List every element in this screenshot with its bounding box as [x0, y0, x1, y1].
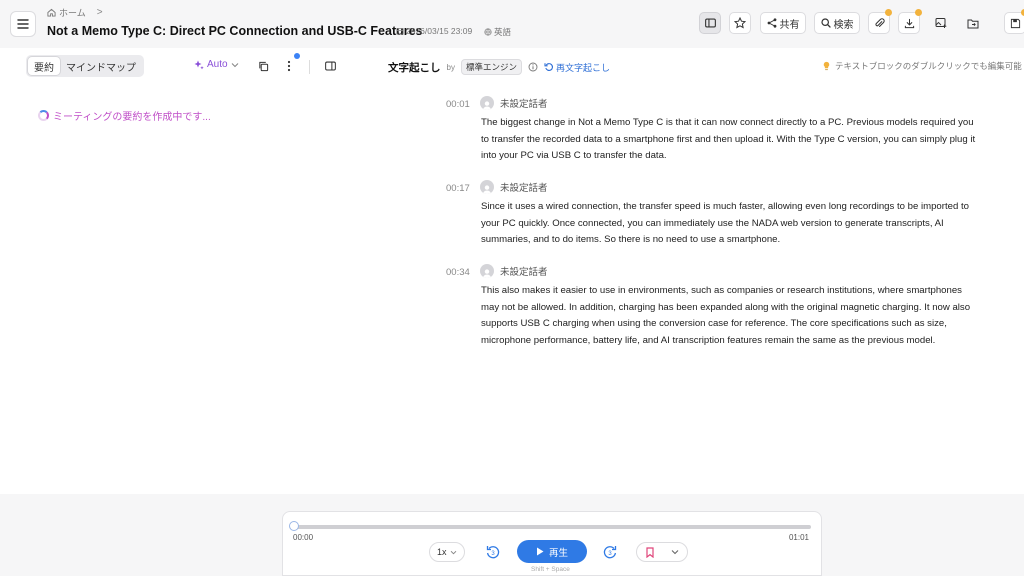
- bookmark-icon[interactable]: [645, 546, 655, 558]
- search-button[interactable]: 検索: [814, 12, 860, 34]
- avatar-icon: [480, 96, 494, 110]
- chevron-down-icon: [231, 62, 238, 67]
- breadcrumb: ホーム >: [47, 6, 103, 19]
- edit-hint: テキストブロックのダブルクリックでも編集可能: [822, 60, 1022, 72]
- breadcrumb-home[interactable]: ホーム: [59, 6, 86, 19]
- skip-back-button[interactable]: 3: [485, 544, 501, 560]
- duration: 01:01: [788, 533, 809, 542]
- summary-panel: 要約 マインドマップ Auto ミーティングの要約を作成中です...: [0, 48, 362, 494]
- segment-timestamp[interactable]: 00:34: [446, 267, 470, 278]
- sidebar-icon: [704, 18, 716, 28]
- chevron-down-icon: [450, 550, 456, 554]
- hamburger-icon: [17, 19, 29, 29]
- save-icon: [1010, 18, 1020, 28]
- rewind-icon: 3: [486, 546, 500, 559]
- transcript-segment[interactable]: 00:17 未設定話者 Since it uses a wired connec…: [446, 180, 1006, 252]
- language-indicator[interactable]: 英語: [484, 26, 511, 38]
- recording-date: 2026/03/15 23:09: [396, 26, 472, 36]
- segment-timestamp[interactable]: 00:01: [446, 99, 470, 110]
- search-icon: [820, 18, 831, 28]
- image-add-icon: [935, 18, 947, 28]
- share-button[interactable]: 共有: [760, 12, 806, 34]
- transcript-title: 文字起こし: [388, 61, 441, 74]
- play-button[interactable]: 再生: [517, 540, 587, 563]
- toggle-sidebar-button[interactable]: [699, 12, 721, 34]
- sparkle-icon: [194, 60, 204, 69]
- segment-text[interactable]: The biggest change in Not a Memo Type C …: [481, 115, 981, 165]
- avatar-icon: [480, 264, 494, 278]
- paperclip-icon: [874, 17, 885, 27]
- retranscribe-button[interactable]: 再文字起こし: [544, 61, 610, 74]
- refresh-icon: [544, 63, 553, 71]
- transcript-segment[interactable]: 00:01 未設定話者 The biggest change in Not a …: [446, 96, 1006, 168]
- speaker-label[interactable]: 未設定話者: [480, 264, 548, 278]
- transcript-panel: 文字起こし by 標準エンジン 再文字起こし テキストブロックのダブルクリックで…: [362, 48, 1024, 494]
- current-time: 00:00: [293, 533, 314, 542]
- shortcut-hint: Shift + Space: [531, 566, 570, 573]
- segment-text[interactable]: This also makes it easier to use in envi…: [481, 283, 981, 350]
- spinner-icon: [38, 110, 49, 121]
- divider: [309, 60, 310, 74]
- transcript-header: 文字起こし by 標準エンジン 再文字起こし: [388, 59, 610, 75]
- info-icon[interactable]: [528, 62, 538, 72]
- download-button[interactable]: [898, 9, 922, 34]
- transcript-by: by: [446, 62, 455, 72]
- notification-badge: [915, 9, 922, 16]
- copy-button[interactable]: [255, 58, 271, 74]
- collapse-panel-button[interactable]: [322, 58, 338, 74]
- add-image-button[interactable]: [930, 12, 952, 34]
- save-button[interactable]: [1004, 9, 1024, 34]
- play-icon: [536, 547, 544, 556]
- progress-thumb[interactable]: [289, 521, 299, 531]
- chevron-down-icon[interactable]: [671, 549, 679, 555]
- calendar-icon: [396, 28, 404, 35]
- engine-badge[interactable]: 標準エンジン: [460, 59, 522, 75]
- playback-speed-dropdown[interactable]: 1x: [429, 542, 465, 562]
- more-options-button[interactable]: [281, 58, 297, 74]
- avatar-icon: [480, 180, 494, 194]
- panel-icon: [324, 61, 336, 71]
- page-title[interactable]: Not a Memo Type C: Direct PC Connection …: [47, 24, 423, 38]
- tab-summary[interactable]: 要約: [28, 57, 60, 75]
- download-icon: [904, 18, 914, 28]
- app-header: ホーム > Not a Memo Type C: Direct PC Conne…: [0, 0, 1024, 48]
- home-icon: [47, 8, 56, 17]
- more-vertical-icon: [287, 60, 291, 72]
- attach-button[interactable]: [868, 9, 892, 34]
- speaker-label[interactable]: 未設定話者: [480, 180, 548, 194]
- transcript-segment[interactable]: 00:34 未設定話者 This also makes it easier to…: [446, 264, 1006, 374]
- breadcrumb-separator: >: [96, 7, 103, 18]
- lightbulb-icon: [823, 61, 830, 71]
- skip-back-seconds: 3: [491, 551, 495, 557]
- skip-forward-button[interactable]: 3: [602, 544, 618, 560]
- segment-timestamp[interactable]: 00:17: [446, 183, 470, 194]
- menu-button[interactable]: [10, 11, 36, 37]
- move-folder-button[interactable]: [962, 12, 984, 34]
- share-icon: [767, 18, 776, 28]
- copy-icon: [258, 61, 268, 71]
- segment-text[interactable]: Since it uses a wired connection, the tr…: [481, 199, 981, 249]
- favorite-button[interactable]: [729, 12, 751, 34]
- skip-forward-seconds: 3: [608, 551, 612, 557]
- auto-mode-dropdown[interactable]: Auto: [194, 59, 239, 70]
- star-icon: [734, 17, 746, 29]
- summary-loading: ミーティングの要約を作成中です...: [38, 108, 211, 123]
- audio-player: 00:00 01:01 1x 3 再生 3 Shift + Space: [282, 511, 822, 576]
- view-tabs: 要約 マインドマップ: [26, 55, 144, 77]
- speaker-label[interactable]: 未設定話者: [480, 96, 548, 110]
- folder-icon: [967, 19, 979, 28]
- progress-track[interactable]: [293, 525, 811, 529]
- notification-badge: [885, 9, 892, 16]
- tab-mindmap[interactable]: マインドマップ: [60, 57, 142, 75]
- fast-forward-icon: 3: [603, 546, 617, 559]
- bookmark-group: [636, 542, 688, 562]
- update-indicator: [294, 53, 300, 59]
- globe-icon: [484, 28, 492, 36]
